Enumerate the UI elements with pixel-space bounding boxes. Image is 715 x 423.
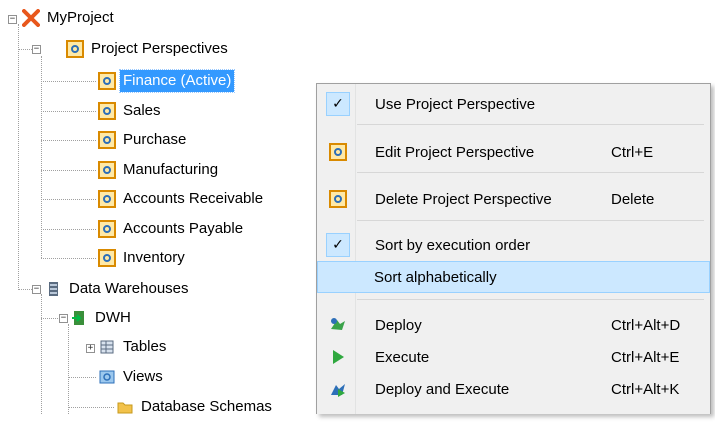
menu-separator [357, 220, 704, 221]
tree-node-label: Sales [123, 102, 161, 119]
menu-item-shortcut: Delete [611, 190, 655, 208]
menu-item-label: Sort by execution order [375, 236, 531, 254]
tree-node-project-perspectives[interactable]: Project Perspectives [66, 38, 231, 60]
menu-item-label: Execute [375, 348, 430, 366]
perspective-icon [98, 249, 116, 267]
tree-node-label: Tables [123, 338, 167, 355]
tree-node-label: Manufacturing [123, 161, 219, 178]
collapse-toggle-perspectives[interactable]: − [32, 45, 41, 54]
menu-item-label: Deploy and Execute [375, 380, 510, 398]
tree-node-label: DWH [95, 309, 131, 326]
perspective-icon [98, 72, 116, 90]
deploy-icon [322, 309, 354, 341]
tree-node-data-warehouses[interactable]: Data Warehouses [44, 278, 192, 300]
menu-item-label: Sort alphabetically [374, 268, 497, 286]
tree-node-label: Inventory [123, 249, 185, 266]
tree-node-label: Data Warehouses [69, 280, 189, 297]
checkmark-icon: ✓ [322, 229, 354, 261]
collapse-toggle-data-warehouses[interactable]: − [32, 285, 41, 294]
menu-item-label: Delete Project Perspective [375, 190, 552, 208]
collapse-toggle-dwh[interactable]: − [59, 314, 68, 323]
menu-item-use-perspective[interactable]: ✓ Use Project Perspective [319, 88, 708, 120]
perspective-icon [66, 40, 84, 58]
perspective-icon [98, 220, 116, 238]
tree-node-manufacturing[interactable]: Manufacturing [98, 159, 221, 181]
tree-node-label: Accounts Receivable [123, 190, 264, 207]
menu-separator [357, 124, 704, 125]
menu-item-edit-perspective[interactable]: Edit Project Perspective Ctrl+E [319, 136, 708, 168]
expand-toggle-tables[interactable]: + [86, 344, 95, 353]
tree-node-accounts-payable[interactable]: Accounts Payable [98, 218, 246, 240]
tree-node-root[interactable]: MyProject [22, 7, 117, 29]
menu-item-deploy-and-execute[interactable]: Deploy and Execute Ctrl+Alt+K [319, 373, 708, 405]
tree-node-label: MyProject [47, 9, 114, 26]
menu-separator [357, 299, 704, 300]
play-icon [322, 341, 354, 373]
checkmark-icon: ✓ [322, 88, 354, 120]
folder-icon [116, 398, 134, 416]
menu-item-shortcut: Ctrl+Alt+D [611, 316, 681, 334]
tree-node-label: Finance (Active) [118, 69, 236, 93]
tree-node-database-schemas[interactable]: Database Schemas [116, 396, 275, 418]
perspective-icon [98, 131, 116, 149]
perspective-icon [98, 190, 116, 208]
tree-node-sales[interactable]: Sales [98, 100, 164, 122]
menu-item-label: Deploy [375, 316, 422, 334]
tree-node-label: Accounts Payable [123, 220, 244, 237]
perspective-icon [322, 183, 354, 215]
tree-node-accounts-receivable[interactable]: Accounts Receivable [98, 188, 266, 210]
tree-node-finance[interactable]: Finance (Active) [98, 69, 236, 93]
menu-item-sort-execution[interactable]: ✓ Sort by execution order [319, 229, 708, 261]
menu-item-label: Edit Project Perspective [375, 143, 535, 161]
context-menu: ✓ Use Project Perspective Edit Project P… [316, 83, 711, 414]
menu-item-delete-perspective[interactable]: Delete Project Perspective Delete [319, 183, 708, 215]
dwh-icon [70, 309, 88, 327]
perspective-icon [98, 102, 116, 120]
database-icon [44, 280, 62, 298]
tree-node-label: Purchase [123, 131, 187, 148]
project-x-icon [22, 9, 40, 27]
view-icon [98, 368, 116, 386]
menu-item-shortcut: Ctrl+Alt+K [611, 380, 680, 398]
collapse-toggle-root[interactable]: − [8, 15, 17, 24]
menu-item-deploy[interactable]: Deploy Ctrl+Alt+D [319, 309, 708, 341]
menu-separator [357, 172, 704, 173]
tree-node-label: Views [123, 368, 163, 385]
tree-node-inventory[interactable]: Inventory [98, 247, 188, 269]
menu-item-label: Use Project Perspective [375, 95, 536, 113]
tree-node-label: Project Perspectives [91, 40, 228, 57]
table-icon [98, 338, 116, 356]
deploy-execute-icon [322, 373, 354, 405]
menu-item-sort-alphabetically[interactable]: Sort alphabetically [317, 261, 710, 293]
tree-node-dwh[interactable]: DWH [70, 307, 134, 329]
menu-item-execute[interactable]: Execute Ctrl+Alt+E [319, 341, 708, 373]
menu-item-shortcut: Ctrl+Alt+E [611, 348, 680, 366]
tree-node-tables[interactable]: Tables [98, 336, 169, 358]
tree-node-views[interactable]: Views [98, 366, 166, 388]
menu-item-shortcut: Ctrl+E [611, 143, 654, 161]
perspective-icon [98, 161, 116, 179]
tree-node-label: Database Schemas [141, 398, 272, 415]
tree-node-purchase[interactable]: Purchase [98, 129, 189, 151]
perspective-icon [322, 136, 354, 168]
